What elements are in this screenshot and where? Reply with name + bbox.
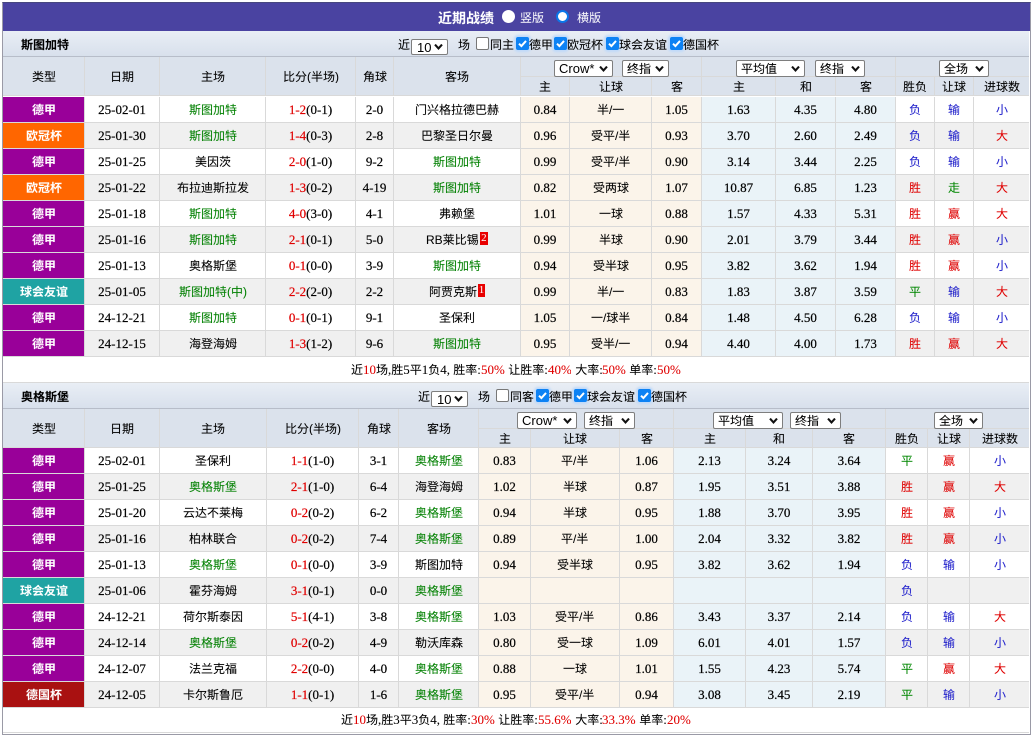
svg-text:,: ,	[388, 362, 391, 376]
svg-text:3: 3	[412, 712, 418, 726]
svg-text:/: /	[615, 337, 619, 350]
svg-text:10: 10	[353, 712, 366, 726]
svg-text:20%: 20%	[667, 712, 691, 726]
svg-text:RB: RB	[426, 233, 443, 246]
svg-text:): )	[242, 285, 246, 298]
svg-text:): )	[334, 70, 338, 83]
svg-text:/: /	[609, 103, 613, 116]
svg-text:/: /	[615, 129, 619, 142]
svg-text:40%: 40%	[548, 362, 572, 376]
svg-text:/: /	[615, 155, 619, 168]
svg-text:3: 3	[394, 712, 400, 726]
svg-text:50%: 50%	[657, 362, 681, 376]
svg-text:,: ,	[378, 712, 381, 726]
svg-text:(: (	[307, 70, 311, 83]
svg-text:(: (	[226, 285, 230, 298]
svg-text:(: (	[309, 422, 313, 435]
svg-text:55.6%: 55.6%	[538, 712, 572, 726]
svg-text:1: 1	[422, 362, 428, 376]
svg-text:30%: 30%	[471, 712, 495, 726]
svg-text:50%: 50%	[602, 362, 626, 376]
svg-text:/: /	[579, 610, 583, 623]
svg-text:4,: 4,	[431, 712, 441, 726]
svg-text:/: /	[573, 532, 577, 545]
svg-text:4,: 4,	[440, 362, 450, 376]
svg-text:/: /	[609, 285, 613, 298]
svg-text:/: /	[603, 311, 607, 324]
svg-text:/: /	[573, 454, 577, 467]
svg-text:50%: 50%	[481, 362, 505, 376]
svg-text:5: 5	[403, 362, 409, 376]
svg-text:): )	[336, 422, 340, 435]
svg-text:10: 10	[363, 362, 376, 376]
svg-text:/: /	[579, 688, 583, 701]
svg-text:33.3%: 33.3%	[602, 712, 636, 726]
